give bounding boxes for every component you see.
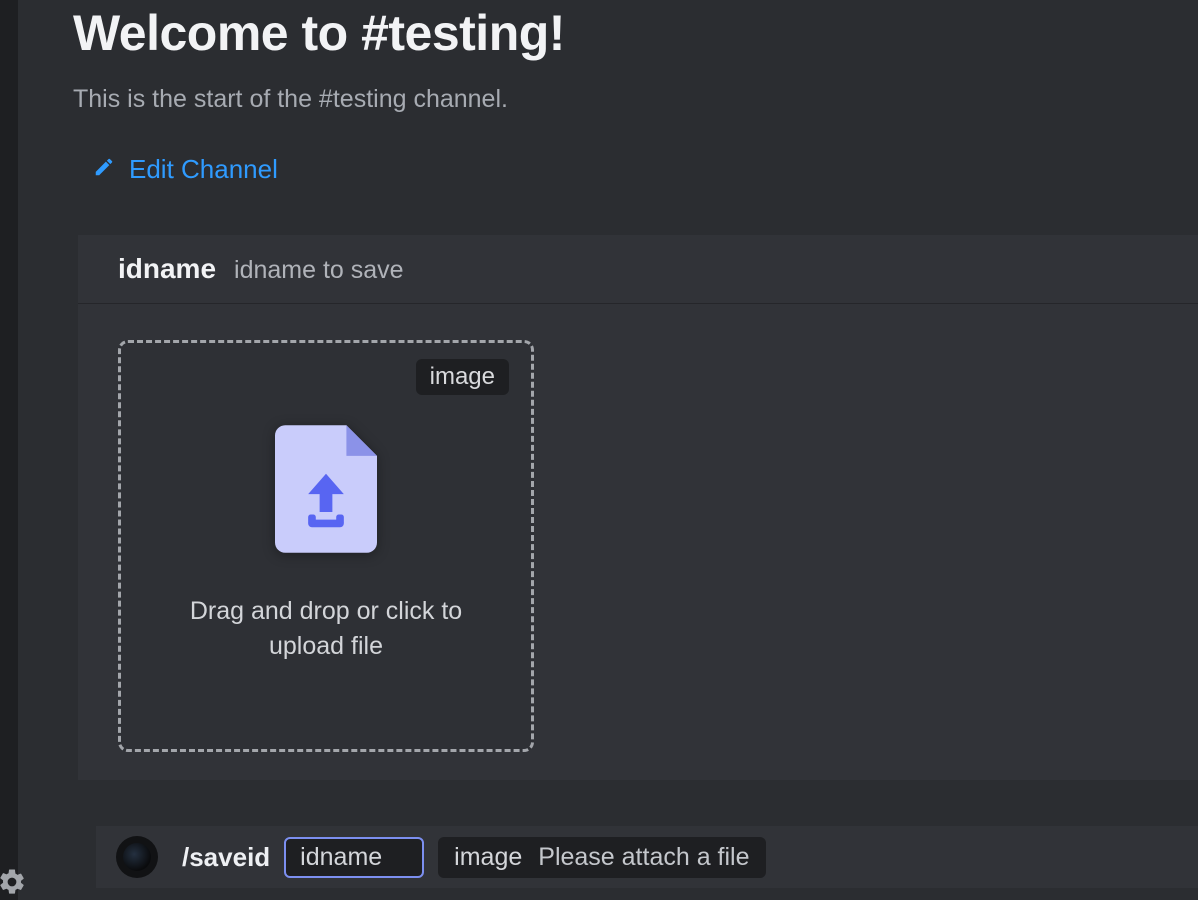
bot-avatar[interactable] — [116, 836, 158, 878]
channel-welcome-subtitle: This is the start of the #testing channe… — [73, 85, 1158, 114]
dropzone-param-tag: image — [416, 359, 509, 395]
command-arg-idname[interactable]: idname — [284, 837, 424, 878]
message-input-row: /saveid idname image Please attach a fil… — [96, 826, 1198, 888]
channel-intro: Welcome to #testing! This is the start o… — [18, 0, 1198, 185]
command-arg-idname-value: idname — [300, 843, 382, 872]
file-dropzone[interactable]: image Drag and drop or click to upload f… — [118, 340, 534, 752]
edit-channel-button[interactable]: Edit Channel — [93, 154, 278, 185]
upload-file-icon — [275, 424, 377, 554]
settings-button[interactable] — [0, 864, 32, 900]
command-option-description: idname to save — [234, 256, 404, 285]
pencil-icon — [93, 154, 115, 185]
attachment-area: image Drag and drop or click to upload f… — [78, 304, 1198, 780]
edit-channel-label: Edit Channel — [129, 154, 278, 185]
command-option-name: idname — [118, 253, 216, 285]
channel-view: Welcome to #testing! This is the start o… — [0, 0, 1198, 900]
slash-command-name: /saveid — [182, 842, 270, 873]
gear-icon — [0, 867, 27, 900]
channel-welcome-title: Welcome to #testing! — [73, 0, 1158, 61]
command-arg-image-label: image — [454, 843, 522, 872]
command-autocomplete-panel: idname idname to save image Drag and dro… — [78, 235, 1198, 780]
command-arg-image[interactable]: image Please attach a file — [438, 837, 765, 878]
dropzone-instruction-text: Drag and drop or click to upload file — [162, 594, 490, 664]
command-option-header[interactable]: idname idname to save — [78, 235, 1198, 304]
command-arg-image-placeholder: Please attach a file — [538, 843, 749, 872]
